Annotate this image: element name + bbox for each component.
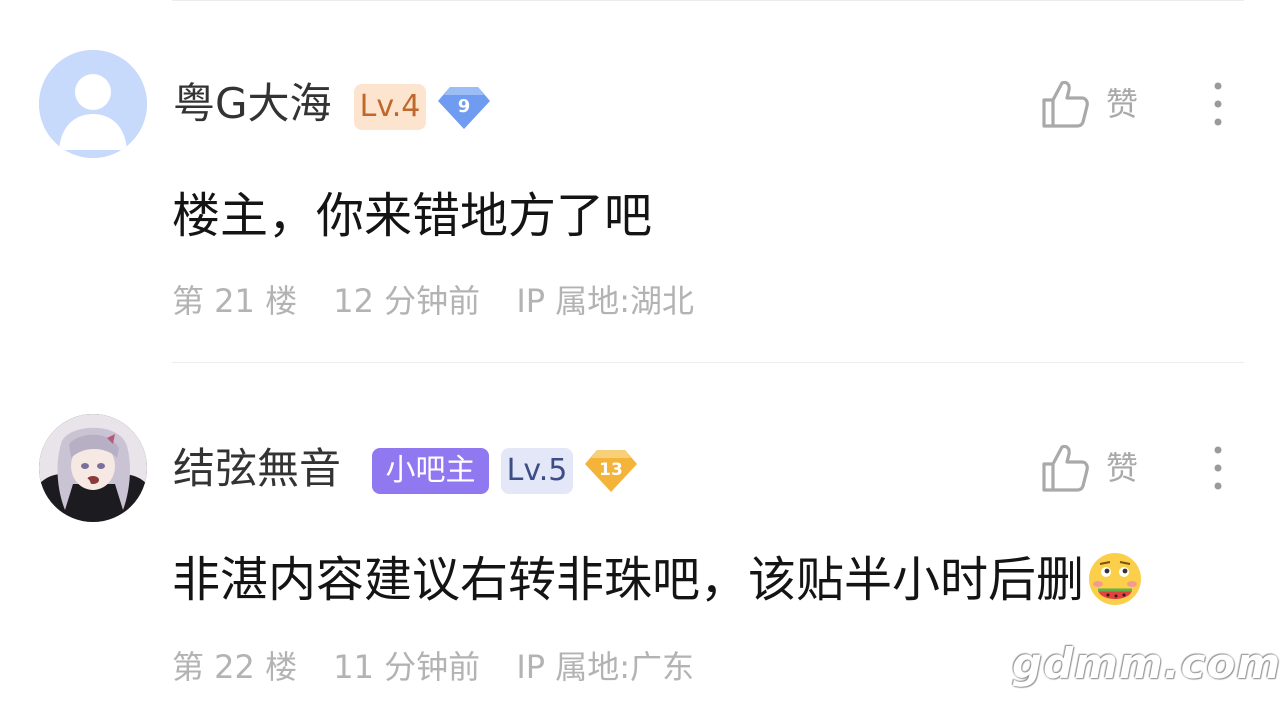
comment-meta: 第 22 楼 11 分钟前 IP 属地:广东: [172, 646, 720, 688]
eating-watermelon-emoji-icon: [1089, 553, 1142, 605]
avatar[interactable]: [39, 414, 147, 522]
ip-location: IP 属地:广东: [516, 648, 695, 686]
like-label: 赞: [1106, 449, 1139, 487]
thumbs-up-icon: [1042, 444, 1089, 492]
post-time: 11 分钟前: [333, 648, 481, 686]
site-watermark: gdmm.com: [1012, 639, 1282, 688]
gem-level-text: 13: [599, 460, 623, 480]
role-badge: 小吧主: [372, 448, 489, 494]
level-badge: Lv.5: [501, 448, 573, 494]
like-button[interactable]: 赞: [1040, 442, 1150, 498]
comment-content: 非湛内容建议右转非珠吧，该贴半小时后删: [172, 552, 1085, 608]
gem-level-icon: 13: [583, 446, 639, 494]
comment-content-line: 非湛内容建议右转非珠吧，该贴半小时后删: [172, 550, 1144, 610]
more-options-button[interactable]: [1202, 442, 1234, 498]
more-vertical-icon: [1214, 446, 1222, 490]
anime-avatar-image: [39, 414, 147, 522]
comment-floor-22: 结弦無音 小吧主 Lv.5 13 赞 非湛内容建议右转非珠吧，该贴半小时后删 第…: [0, 0, 1284, 725]
username[interactable]: 结弦無音: [173, 443, 341, 495]
floor-number: 第 22 楼: [172, 648, 298, 686]
